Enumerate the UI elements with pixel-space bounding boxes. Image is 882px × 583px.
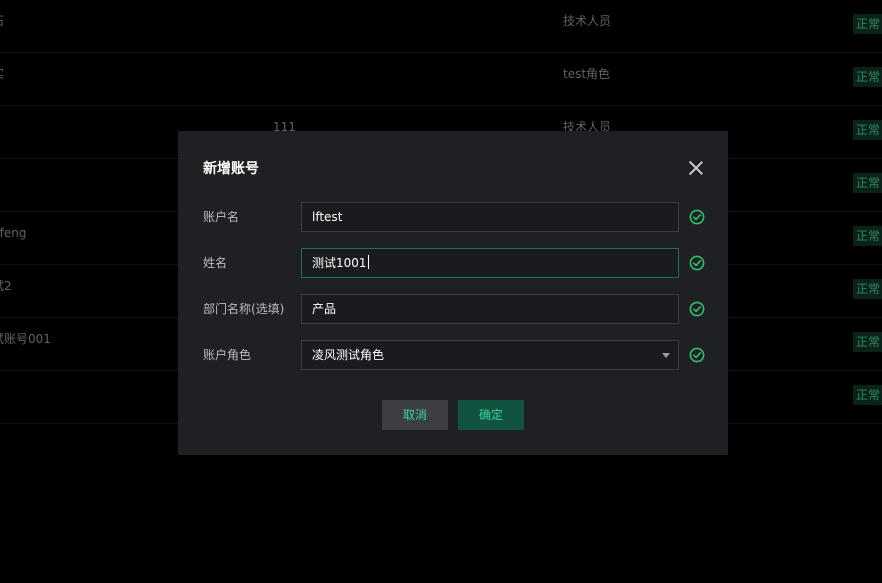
status-badge: 正常 xyxy=(853,279,882,299)
status-badge: 正常 xyxy=(853,67,882,87)
cell-role: 技术人员 xyxy=(563,14,612,28)
dialog-title: 新增账号 xyxy=(203,161,259,177)
form-row-account-name: 账户名 lftest xyxy=(178,202,728,232)
check-circle-icon xyxy=(689,301,705,317)
cell-account-name: 试账号001 xyxy=(0,332,51,346)
status-badge: 正常 xyxy=(853,14,882,34)
cell-account-name xyxy=(0,106,152,158)
close-icon[interactable] xyxy=(688,160,704,176)
cell-role: test角色 xyxy=(563,67,611,81)
real-name-label: 姓名 xyxy=(203,256,228,270)
cell-account-name: 石 xyxy=(0,0,152,52)
cell-number xyxy=(273,0,333,52)
cell-account-name xyxy=(0,159,152,211)
page: 石 技术人员 正常 实 test角色 正常 111 技术人员 正常 正常 gfe… xyxy=(0,0,882,583)
cancel-button[interactable]: 取消 xyxy=(382,400,448,430)
status-badge: 正常 xyxy=(853,120,882,140)
table-row[interactable]: 石 技术人员 正常 xyxy=(0,0,882,53)
role-label: 账户角色 xyxy=(203,348,252,362)
real-name-value: 测试1001 xyxy=(312,256,367,270)
account-name-input[interactable]: lftest xyxy=(301,202,679,232)
form-row-real-name: 姓名 测试1001 xyxy=(178,248,728,278)
check-circle-icon xyxy=(689,255,705,271)
real-name-input[interactable]: 测试1001 xyxy=(301,248,679,278)
account-name-label: 账户名 xyxy=(203,210,240,224)
cell-account-name: y xyxy=(0,371,152,423)
status-badge: 正常 xyxy=(853,385,882,405)
confirm-button[interactable]: 确定 xyxy=(458,400,524,430)
cell-number xyxy=(273,53,333,105)
role-selected-value: 凌风测试角色 xyxy=(312,348,385,362)
cell-account-name: 实 xyxy=(0,53,152,105)
department-input[interactable]: 产品 xyxy=(301,294,679,324)
cell-account-name: gfeng xyxy=(0,226,27,240)
check-circle-icon xyxy=(689,347,705,363)
chevron-down-icon xyxy=(662,353,670,358)
form-row-department: 部门名称(选填) 产品 xyxy=(178,294,728,324)
status-badge: 正常 xyxy=(853,332,882,352)
table-row[interactable]: 实 test角色 正常 xyxy=(0,53,882,106)
role-select[interactable]: 凌风测试角色 xyxy=(301,340,679,370)
status-badge: 正常 xyxy=(853,173,882,193)
cell-account-name: 试2 xyxy=(0,279,12,293)
department-label: 部门名称(选填) xyxy=(203,302,285,316)
add-account-dialog: 新增账号 账户名 lftest 姓名 测试1001 部门名称(选填) 产品 账户… xyxy=(178,131,728,455)
text-caret xyxy=(367,255,369,269)
form-row-role: 账户角色 凌风测试角色 xyxy=(178,340,728,370)
status-badge: 正常 xyxy=(853,226,882,246)
check-circle-icon xyxy=(689,209,705,225)
